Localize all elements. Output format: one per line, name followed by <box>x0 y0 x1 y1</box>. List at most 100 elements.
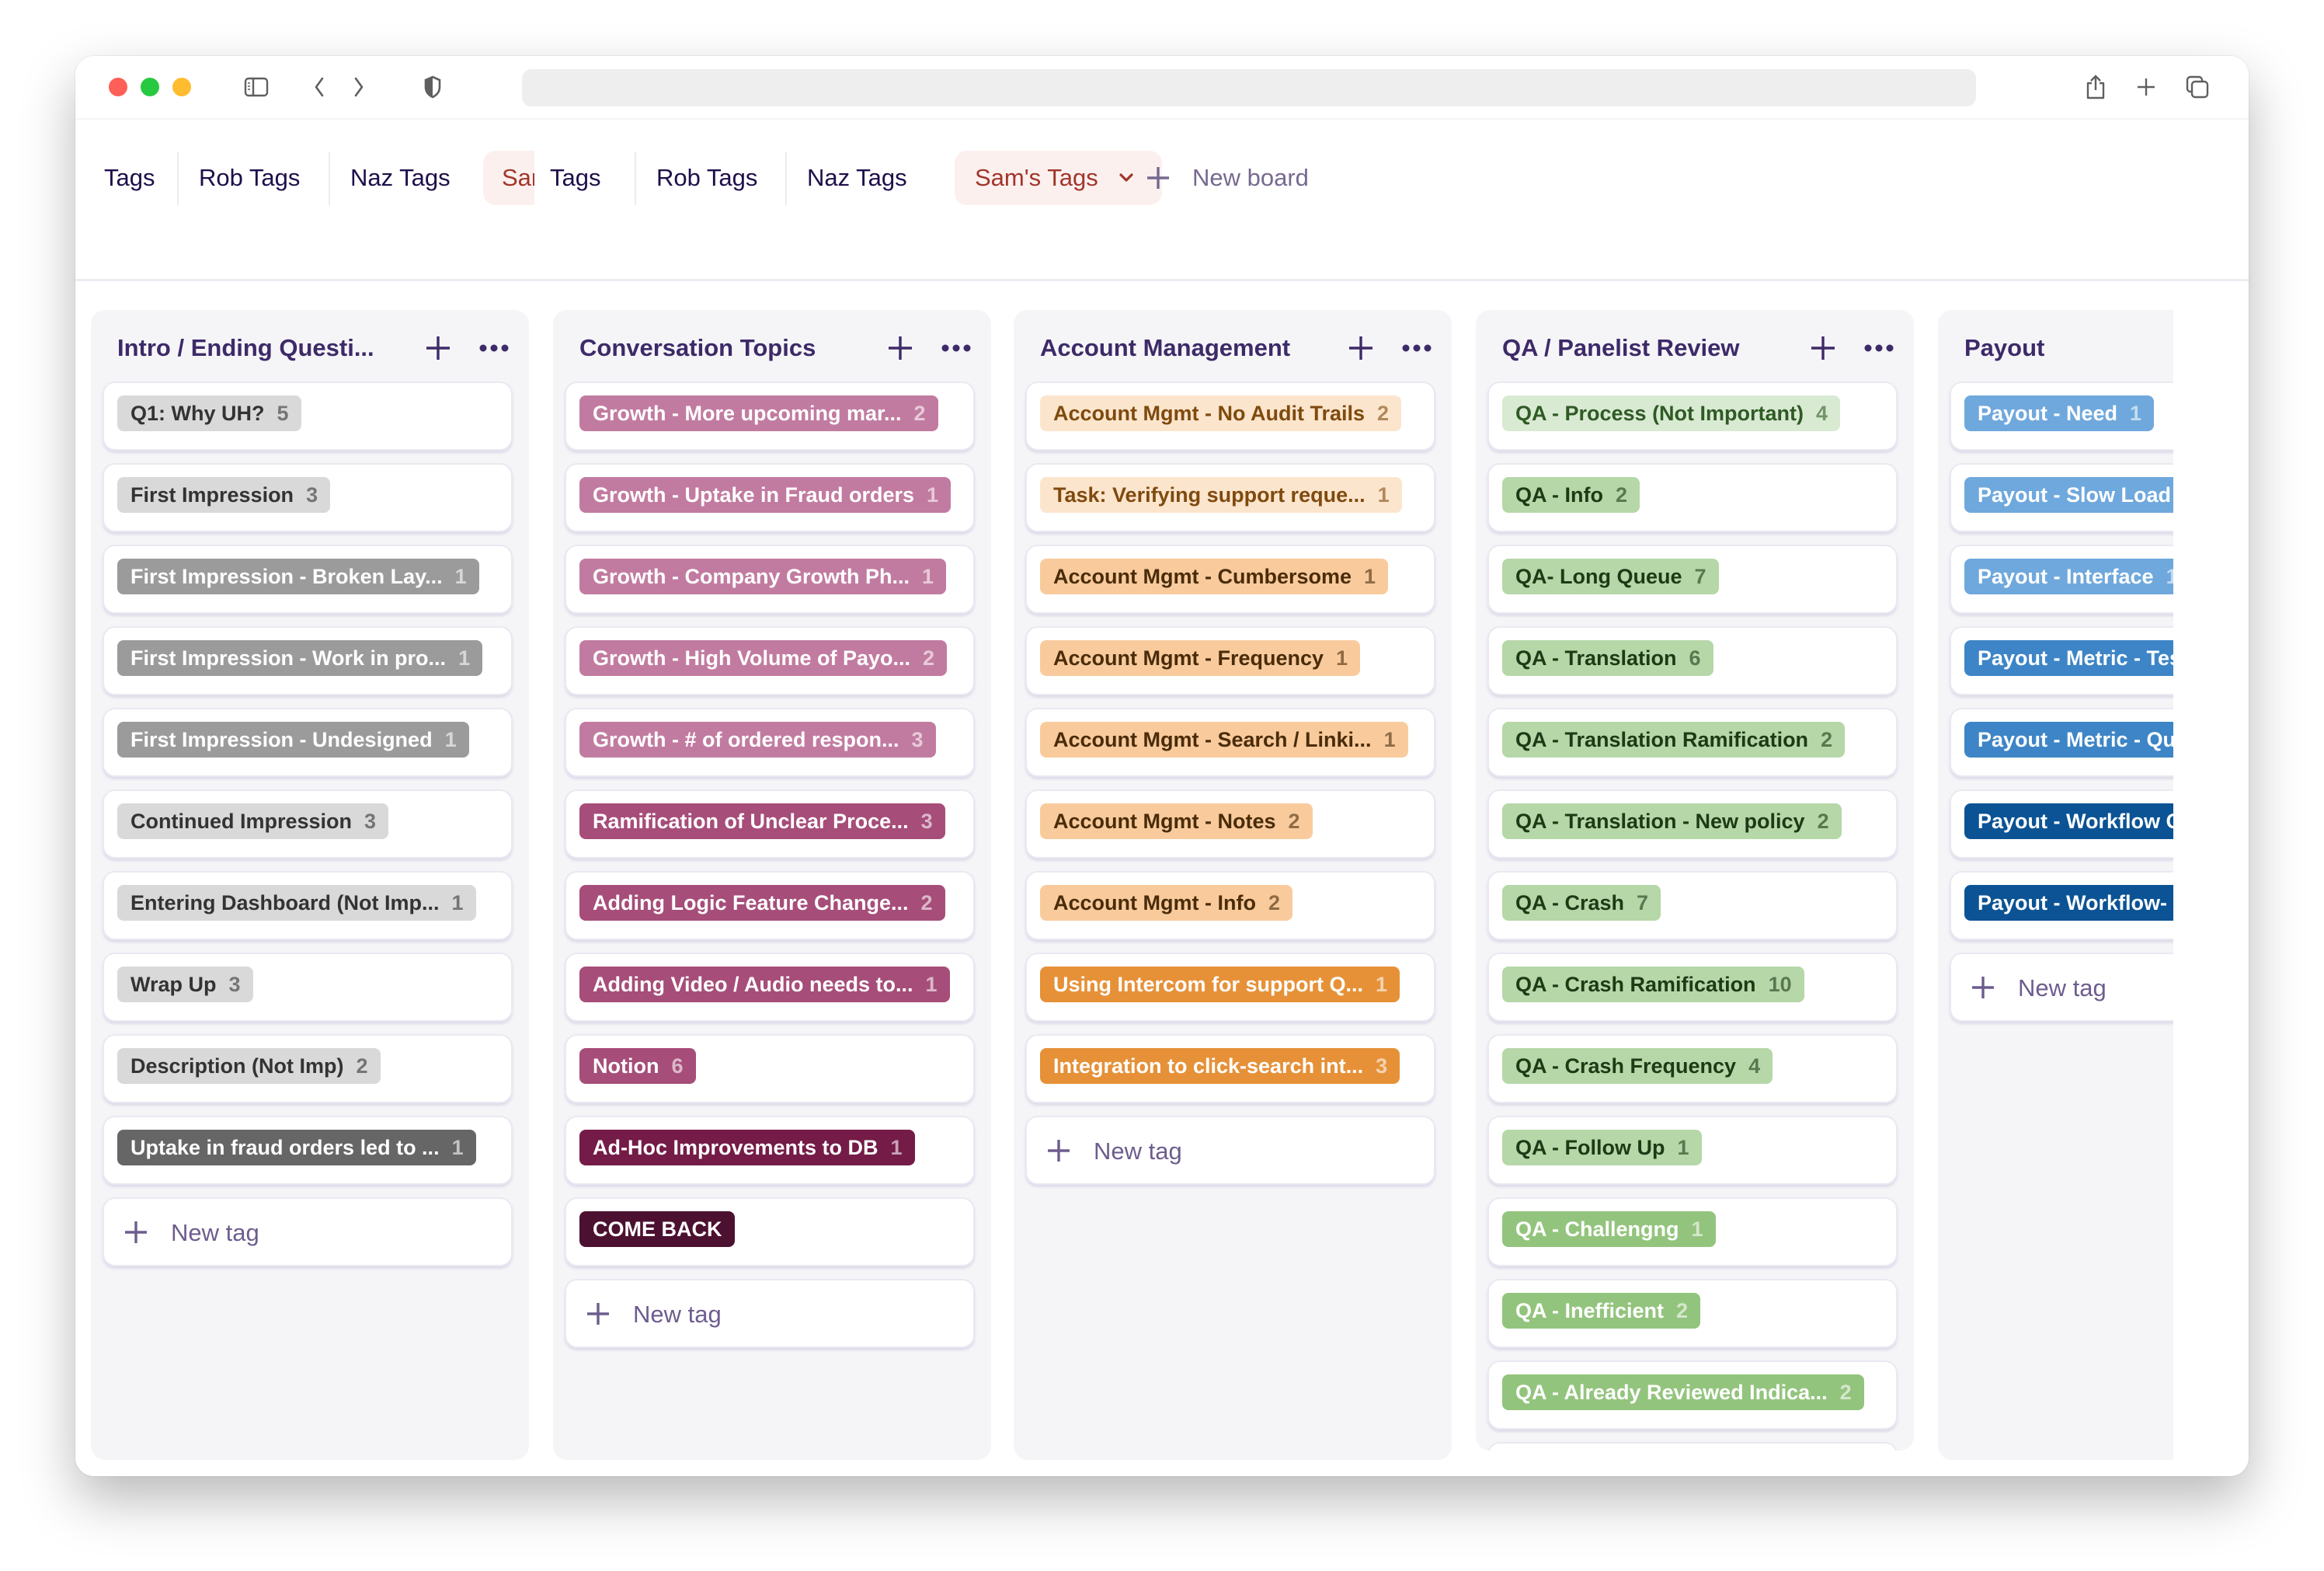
tag-pill[interactable]: QA - Already Reviewed Indica... 2 <box>1502 1374 1864 1410</box>
new-tag-button[interactable]: New tag <box>103 1197 513 1266</box>
tag-card[interactable]: QA - Translation - New policy 2 <box>1487 789 1898 859</box>
tag-card[interactable]: Growth - Company Growth Ph... 1 <box>565 545 975 614</box>
address-bar[interactable] <box>522 69 1976 106</box>
tag-pill[interactable]: Payout - Metric - Quality of <box>1964 722 2173 758</box>
tag-card[interactable]: Account Mgmt - Search / Linki... 1 <box>1025 708 1435 777</box>
tag-pill[interactable]: Payout - Workflow- Showin <box>1964 885 2173 921</box>
tag-card[interactable]: Continued Impression 3 <box>103 789 513 859</box>
tag-card[interactable]: Uptake in fraud orders led to ... 1 <box>103 1116 513 1185</box>
tag-pill[interactable]: QA - Follow Up 1 <box>1502 1130 1702 1165</box>
tag-card[interactable]: Entering Dashboard (Not Imp... 1 <box>103 871 513 940</box>
tag-card[interactable]: Adding Video / Audio needs to... 1 <box>565 953 975 1022</box>
tag-card[interactable]: QA - Inefficient 2 <box>1487 1279 1898 1348</box>
chevron-down-icon[interactable] <box>1119 172 1134 183</box>
tag-card[interactable]: First Impression - Undesigned 1 <box>103 708 513 777</box>
tag-card[interactable]: Payout - Workflow Change <box>1950 789 2173 859</box>
tag-card[interactable]: Notion 6 <box>565 1034 975 1103</box>
tag-pill[interactable]: Description (Not Imp) 2 <box>117 1048 381 1084</box>
tag-pill[interactable]: Growth - # of ordered respon... 3 <box>579 722 936 758</box>
tab-naz-tags[interactable]: Naz Tags <box>791 151 923 205</box>
tag-pill[interactable]: Integration to click-search int... 3 <box>1040 1048 1400 1084</box>
tag-pill[interactable]: Notion 6 <box>579 1048 696 1084</box>
tag-card[interactable]: Growth - More upcoming mar... 2 <box>565 381 975 451</box>
tag-pill[interactable]: First Impression 3 <box>117 477 331 513</box>
tag-pill[interactable]: QA - Crash 7 <box>1502 885 1661 921</box>
tag-pill[interactable]: Entering Dashboard (Not Imp... 1 <box>117 885 476 921</box>
tag-pill[interactable]: QA - Translation 6 <box>1502 640 1713 676</box>
tag-card[interactable]: Growth - High Volume of Payo... 2 <box>565 626 975 695</box>
tag-pill[interactable]: Account Mgmt - Info 2 <box>1040 885 1292 921</box>
more-options-icon[interactable] <box>938 330 974 366</box>
tag-card[interactable]: Growth - Uptake in Fraud orders 1 <box>565 463 975 532</box>
tag-card[interactable]: Ad-Hoc Improvements to DB 1 <box>565 1116 975 1185</box>
tag-card[interactable]: COME BACK <box>565 1197 975 1266</box>
tag-card[interactable]: Payout - Metric - Tester Ra <box>1950 626 2173 695</box>
tag-card[interactable]: Payout - Metric - Quality of <box>1950 708 2173 777</box>
tag-pill[interactable]: Growth - High Volume of Payo... 2 <box>579 640 948 676</box>
minimize-window-button[interactable] <box>172 78 191 96</box>
tag-card[interactable]: Account Mgmt - Frequency 1 <box>1025 626 1435 695</box>
tag-card[interactable]: Growth - # of ordered respon... 3 <box>565 708 975 777</box>
tag-pill[interactable]: QA - Challengng 1 <box>1502 1211 1716 1247</box>
add-tag-icon[interactable] <box>420 330 456 366</box>
tab-rob-tags[interactable]: Rob Tags <box>641 151 773 205</box>
tag-card[interactable]: Payout - Slow Load2 <box>1950 463 2173 532</box>
tag-pill[interactable]: QA - Translation - New policy 2 <box>1502 803 1842 839</box>
tag-card[interactable]: Task: Verifying support reque... 1 <box>1025 463 1435 532</box>
tag-pill[interactable]: QA - Info 2 <box>1502 477 1640 513</box>
tag-pill[interactable]: COME BACK <box>579 1211 735 1247</box>
tag-pill[interactable]: Continued Impression 3 <box>117 803 389 839</box>
tag-card[interactable]: Wrap Up 3 <box>103 953 513 1022</box>
tag-card[interactable]: Using Intercom for support Q... 1 <box>1025 953 1435 1022</box>
add-tag-icon[interactable] <box>882 330 918 366</box>
tag-card[interactable]: QA - One Click Test4 <box>1487 1442 1898 1451</box>
tag-pill[interactable]: Payout - Workflow Change <box>1964 803 2173 839</box>
tag-pill[interactable]: Adding Logic Feature Change... 2 <box>579 885 945 921</box>
tag-card[interactable]: First Impression - Work in pro... 1 <box>103 626 513 695</box>
tag-pill[interactable]: Growth - More upcoming mar... 2 <box>579 395 938 431</box>
more-options-icon[interactable] <box>1399 330 1435 366</box>
tag-pill[interactable]: Account Mgmt - No Audit Trails 2 <box>1040 395 1402 431</box>
tag-card[interactable]: QA - Crash 7 <box>1487 871 1898 940</box>
new-tag-button[interactable]: New tag <box>1950 953 2173 1022</box>
add-tag-icon[interactable] <box>1805 330 1841 366</box>
tag-pill[interactable]: Payout - Slow Load2 <box>1964 477 2173 513</box>
tab-tags[interactable]: Tags <box>534 151 616 205</box>
forward-icon[interactable] <box>343 71 374 103</box>
tag-card[interactable]: Account Mgmt - No Audit Trails 2 <box>1025 381 1435 451</box>
tag-card[interactable]: First Impression - Broken Lay... 1 <box>103 545 513 614</box>
tag-pill[interactable]: Payout - Metric - Tester Ra <box>1964 640 2173 676</box>
share-icon[interactable] <box>2080 71 2111 103</box>
tag-pill[interactable]: Growth - Company Growth Ph... 1 <box>579 559 947 594</box>
tag-card[interactable]: Description (Not Imp) 2 <box>103 1034 513 1103</box>
tag-card[interactable]: Account Mgmt - Notes 2 <box>1025 789 1435 859</box>
tag-pill[interactable]: Using Intercom for support Q... 1 <box>1040 967 1400 1002</box>
tag-pill[interactable]: QA- Long Queue 7 <box>1502 559 1719 594</box>
tag-pill[interactable]: QA - Crash Frequency 4 <box>1502 1048 1773 1084</box>
tab-tags[interactable]: Tags <box>89 151 170 205</box>
tab-rob-tags[interactable]: Rob Tags <box>183 151 315 205</box>
more-options-icon[interactable] <box>476 330 512 366</box>
sidebar-icon[interactable] <box>241 71 272 103</box>
tag-pill[interactable]: QA - Inefficient 2 <box>1502 1293 1701 1329</box>
more-options-icon[interactable] <box>1861 330 1897 366</box>
tag-card[interactable]: QA - Translation Ramification 2 <box>1487 708 1898 777</box>
tag-pill[interactable]: Ramification of Unclear Proce... 3 <box>579 803 945 839</box>
tag-card[interactable]: Payout - Workflow- Showin <box>1950 871 2173 940</box>
tag-pill[interactable]: QA - Process (Not Important) 4 <box>1502 395 1841 431</box>
tag-card[interactable]: Adding Logic Feature Change... 2 <box>565 871 975 940</box>
tab-sams-tags[interactable]: Sam's Tags <box>955 151 1162 205</box>
tag-pill[interactable]: First Impression - Undesigned 1 <box>117 722 469 758</box>
tag-card[interactable]: QA - Already Reviewed Indica... 2 <box>1487 1360 1898 1430</box>
tag-pill[interactable]: Wrap Up 3 <box>117 967 253 1002</box>
tag-pill[interactable]: Growth - Uptake in Fraud orders 1 <box>579 477 952 513</box>
tag-pill[interactable]: Account Mgmt - Frequency 1 <box>1040 640 1361 676</box>
tag-card[interactable]: QA - Crash Ramification 10 <box>1487 953 1898 1022</box>
tag-pill[interactable]: Payout - Interface 1 <box>1964 559 2173 594</box>
tag-card[interactable]: QA - Follow Up 1 <box>1487 1116 1898 1185</box>
tag-card[interactable]: Q1: Why UH? 5 <box>103 381 513 451</box>
tag-card[interactable]: Account Mgmt - Cumbersome 1 <box>1025 545 1435 614</box>
new-board-button[interactable]: New board <box>1146 151 1309 205</box>
new-tab-icon[interactable] <box>2131 71 2162 103</box>
tag-pill[interactable]: Task: Verifying support reque... 1 <box>1040 477 1402 513</box>
